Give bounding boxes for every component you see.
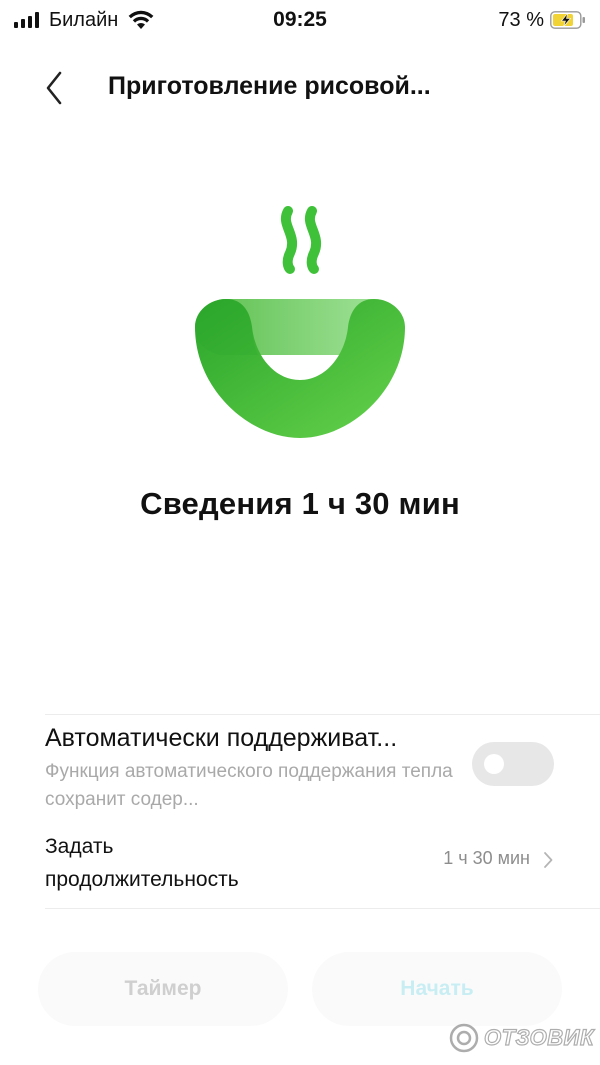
watermark: ОТЗОВИК <box>448 1018 594 1058</box>
status-bar: Билайн 09:25 73 % <box>0 0 600 40</box>
toggle-knob <box>484 754 504 774</box>
divider <box>45 908 600 909</box>
keep-warm-setting: Автоматически поддерживат... Функция авт… <box>0 716 600 816</box>
page-title: Приготовление рисовой... <box>108 72 431 100</box>
keep-warm-toggle[interactable] <box>472 742 554 786</box>
chevron-right-icon <box>544 852 553 868</box>
keep-warm-title: Автоматически поддерживат... <box>45 724 398 752</box>
duration-value: 1 ч 30 мин <box>443 848 530 868</box>
steaming-bowl-icon <box>195 206 405 438</box>
keep-warm-description: Функция автоматического поддержания тепл… <box>45 761 453 810</box>
battery-percent: 73 % <box>498 8 544 31</box>
otzovik-logo-icon <box>449 1023 479 1053</box>
steam-line-right <box>305 206 321 274</box>
divider <box>45 714 600 715</box>
timer-button[interactable]: Таймер <box>38 952 288 1026</box>
chevron-left-icon <box>46 71 62 105</box>
cooking-mode-time: Сведения 1 ч 30 мин <box>140 486 460 521</box>
status-right: 73 % <box>498 6 586 34</box>
set-duration-row[interactable]: Задать продолжительность 1 ч 30 мин <box>0 826 600 906</box>
set-duration-label: Задать продолжительность <box>45 835 239 891</box>
start-button[interactable]: Начать <box>312 952 562 1026</box>
battery-charging-icon <box>550 11 585 29</box>
nav-bar: Приготовление рисовой... <box>0 60 600 116</box>
watermark-text: ОТЗОВИК <box>483 1024 594 1050</box>
back-button[interactable] <box>36 66 72 110</box>
steam-line-left <box>281 206 297 274</box>
